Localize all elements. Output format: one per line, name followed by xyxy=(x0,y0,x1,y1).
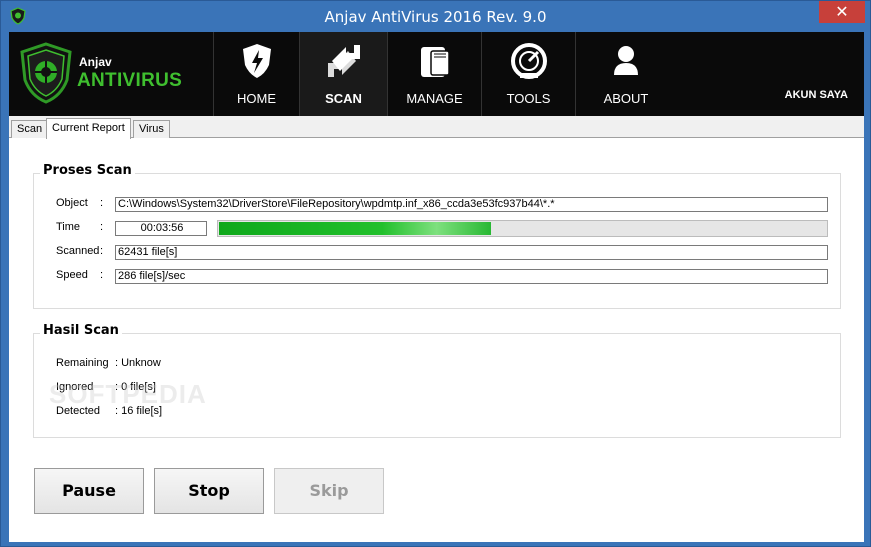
app-window: Anjav AntiVirus 2016 Rev. 9.0 ✕ Anjav AN… xyxy=(0,0,871,547)
watermark: SOFTPEDIA xyxy=(49,379,207,409)
title-bar[interactable]: Anjav AntiVirus 2016 Rev. 9.0 ✕ xyxy=(1,1,870,32)
scan-arrows-icon xyxy=(327,45,360,77)
nav-scan[interactable]: SCAN xyxy=(300,32,388,116)
logo-shield-icon xyxy=(20,42,72,104)
nav-about-label: ABOUT xyxy=(603,91,649,106)
header-nav: Anjav ANTIVIRUS HOME SCAN MANAGE TOOLS A… xyxy=(9,32,864,116)
speed-colon: : xyxy=(100,269,104,281)
tab-strip: Scan Current Report Virus xyxy=(9,116,864,139)
logo: Anjav ANTIVIRUS xyxy=(9,32,214,116)
logo-small-text: Anjav xyxy=(79,55,112,69)
nav-home-label: HOME xyxy=(237,91,276,106)
remaining-value: : Unknow xyxy=(115,357,161,369)
proses-scan-group: Proses Scan Object : C:\Windows\System32… xyxy=(33,163,841,309)
nav-tools[interactable]: TOOLS xyxy=(482,32,576,116)
gauge-icon xyxy=(510,43,547,79)
time-colon: : xyxy=(100,221,104,233)
nav-about[interactable]: ABOUT xyxy=(576,32,676,116)
nav-scan-label: SCAN xyxy=(325,91,362,106)
logo-big-text: ANTIVIRUS xyxy=(77,70,183,91)
pause-button[interactable]: Pause xyxy=(34,468,144,514)
object-field: C:\Windows\System32\DriverStore\FileRepo… xyxy=(115,197,828,212)
shield-icon xyxy=(242,44,271,78)
nav-manage-label: MANAGE xyxy=(406,91,463,106)
speed-label: Speed xyxy=(56,269,88,281)
close-button[interactable]: ✕ xyxy=(819,1,865,23)
proses-scan-title: Proses Scan xyxy=(40,163,135,178)
tab-scan[interactable]: Scan xyxy=(11,120,49,138)
time-field: 00:03:56 xyxy=(115,221,207,236)
speed-field: 286 file[s]/sec xyxy=(115,269,828,284)
wallet-icon xyxy=(420,47,450,77)
scanned-colon: : xyxy=(100,245,104,257)
scanned-field: 62431 file[s] xyxy=(115,245,828,260)
scanned-label: Scanned xyxy=(56,245,100,257)
nav-tools-label: TOOLS xyxy=(506,91,551,106)
scan-progress-bar xyxy=(217,220,828,237)
skip-button[interactable]: Skip xyxy=(274,468,384,514)
scan-progress-fill xyxy=(219,222,492,235)
object-label: Object xyxy=(56,197,88,209)
user-icon xyxy=(614,46,638,75)
remaining-label: Remaining xyxy=(56,357,109,369)
tab-current-report[interactable]: Current Report xyxy=(46,118,131,139)
stop-button[interactable]: Stop xyxy=(154,468,264,514)
client-area: Anjav ANTIVIRUS HOME SCAN MANAGE TOOLS A… xyxy=(9,32,864,542)
time-label: Time xyxy=(56,221,81,233)
nav-home[interactable]: HOME xyxy=(214,32,300,116)
object-colon: : xyxy=(100,197,104,209)
nav-manage[interactable]: MANAGE xyxy=(388,32,482,116)
account-link[interactable]: AKUN SAYA xyxy=(785,89,848,101)
hasil-scan-title: Hasil Scan xyxy=(40,323,122,338)
tab-virus[interactable]: Virus xyxy=(133,120,170,138)
window-title: Anjav AntiVirus 2016 Rev. 9.0 xyxy=(324,8,547,26)
